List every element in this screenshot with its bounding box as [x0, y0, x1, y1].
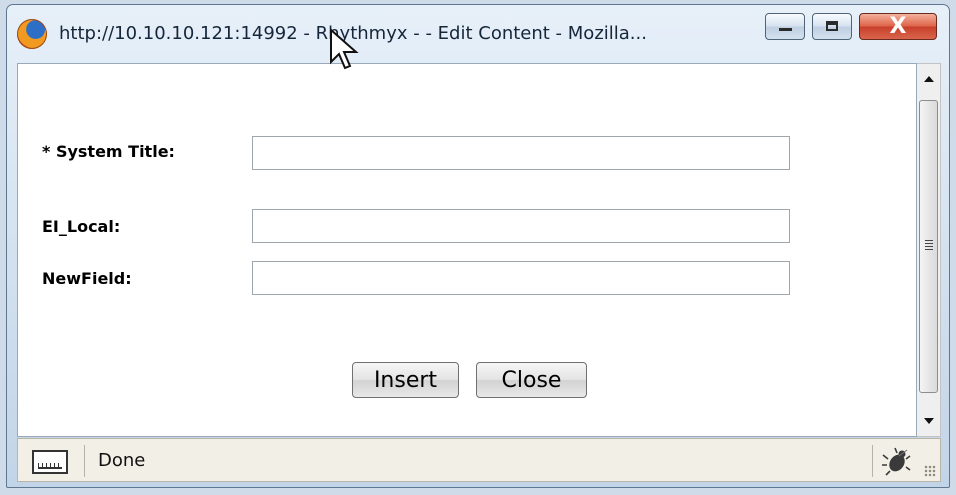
firefox-icon — [17, 19, 47, 49]
scroll-down-arrow-icon[interactable] — [917, 410, 940, 432]
newfield-input[interactable] — [252, 261, 790, 295]
resize-grip-icon[interactable] — [924, 465, 936, 477]
bug-icon[interactable] — [880, 445, 912, 477]
status-text: Done — [98, 450, 146, 471]
scroll-up-arrow-icon[interactable] — [917, 68, 940, 90]
window-title: http://10.10.10.121:14992 - Rhythmyx - -… — [59, 23, 647, 44]
status-separator — [872, 445, 873, 477]
close-button[interactable]: Close — [476, 362, 587, 398]
maximize-button[interactable] — [812, 13, 852, 40]
maximize-icon — [826, 21, 838, 31]
newfield-label: NewField: — [42, 269, 132, 288]
insert-button[interactable]: Insert — [352, 362, 459, 398]
close-window-button[interactable]: X — [859, 13, 937, 40]
title-bar[interactable]: http://10.10.10.121:14992 - Rhythmyx - -… — [7, 5, 949, 63]
minimize-button[interactable] — [765, 13, 805, 40]
close-icon: X — [889, 14, 907, 39]
ei-local-input[interactable] — [252, 209, 790, 243]
grip-icon — [925, 240, 933, 250]
mouse-cursor-icon — [330, 28, 359, 70]
minimize-icon — [779, 28, 792, 31]
form-content-area: * System Title: EI_Local: NewField: Inse… — [17, 63, 917, 437]
system-title-input[interactable] — [252, 136, 790, 170]
monitor-icon[interactable] — [32, 450, 68, 474]
system-title-label: * System Title: — [42, 142, 175, 161]
status-separator — [84, 445, 85, 477]
scrollbar-thumb[interactable] — [919, 100, 938, 393]
vertical-scrollbar[interactable] — [917, 63, 941, 437]
browser-window: http://10.10.10.121:14992 - Rhythmyx - -… — [6, 4, 950, 488]
ei-local-label: EI_Local: — [42, 217, 121, 236]
status-bar: Done — [17, 438, 941, 482]
